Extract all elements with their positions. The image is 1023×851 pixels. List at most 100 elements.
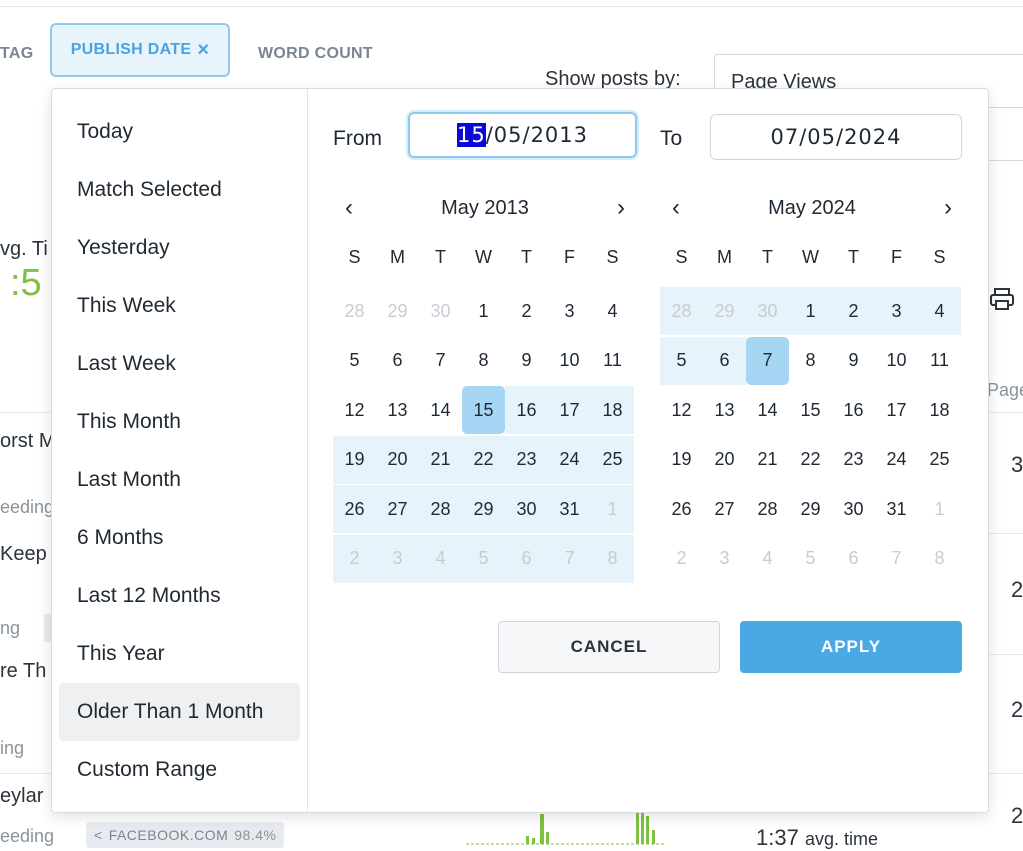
calendar-day[interactable]: 8 bbox=[591, 534, 634, 583]
calendar-day[interactable]: 29 bbox=[376, 287, 419, 335]
range-option-6-months[interactable]: 6 Months bbox=[59, 509, 300, 567]
calendar-day[interactable]: 1 bbox=[918, 485, 961, 533]
calendar-day[interactable]: 7 bbox=[746, 336, 789, 385]
to-date-input[interactable]: 07/05/2024 bbox=[710, 114, 962, 160]
calendar-day[interactable]: 13 bbox=[703, 386, 746, 434]
calendar-day[interactable]: 7 bbox=[419, 337, 462, 385]
calendar-day[interactable]: 8 bbox=[462, 337, 505, 385]
post-title[interactable]: Keep bbox=[0, 543, 47, 566]
calendar-day[interactable]: 30 bbox=[419, 287, 462, 335]
calendar-day[interactable]: 4 bbox=[419, 534, 462, 583]
calendar-day[interactable]: 2 bbox=[832, 287, 875, 335]
range-option-custom-range[interactable]: Custom Range bbox=[59, 741, 300, 799]
range-option-last-month[interactable]: Last Month bbox=[59, 451, 300, 509]
calendar-day[interactable]: 30 bbox=[832, 485, 875, 533]
calendar-day[interactable]: 23 bbox=[832, 436, 875, 484]
calendar-day[interactable]: 20 bbox=[703, 436, 746, 484]
calendar-day[interactable]: 23 bbox=[505, 435, 548, 484]
calendar-day[interactable]: 29 bbox=[703, 287, 746, 335]
calendar-day[interactable]: 21 bbox=[746, 436, 789, 484]
calendar-day[interactable]: 3 bbox=[875, 287, 918, 335]
calendar-day[interactable]: 13 bbox=[376, 386, 419, 434]
calendar-day[interactable]: 3 bbox=[376, 534, 419, 583]
calendar-day[interactable]: 15 bbox=[789, 386, 832, 434]
filter-tab-tag[interactable]: TAG bbox=[0, 45, 34, 63]
calendar-day[interactable]: 7 bbox=[548, 534, 591, 583]
calendar-day[interactable]: 6 bbox=[703, 336, 746, 385]
calendar-day[interactable]: 5 bbox=[789, 535, 832, 583]
calendar-day[interactable]: 19 bbox=[660, 436, 703, 484]
filter-tab-word-count[interactable]: WORD COUNT bbox=[258, 45, 373, 63]
print-icon[interactable] bbox=[989, 286, 1015, 317]
calendar-day[interactable]: 29 bbox=[789, 485, 832, 533]
range-option-this-year[interactable]: This Year bbox=[59, 625, 300, 683]
calendar-day[interactable]: 6 bbox=[505, 534, 548, 583]
calendar-day[interactable]: 27 bbox=[703, 485, 746, 533]
calendar-day[interactable]: 26 bbox=[660, 485, 703, 533]
calendar-day[interactable]: 26 bbox=[333, 485, 376, 533]
calendar-day[interactable]: 3 bbox=[703, 535, 746, 583]
calendar-day[interactable]: 16 bbox=[832, 386, 875, 434]
calendar-day[interactable]: 28 bbox=[333, 287, 376, 335]
calendar-day[interactable]: 16 bbox=[505, 386, 548, 434]
calendar-day[interactable]: 30 bbox=[505, 485, 548, 533]
range-option-this-week[interactable]: This Week bbox=[59, 277, 300, 335]
from-date-input[interactable]: 15/05/2013 bbox=[408, 112, 637, 158]
calendar-day[interactable]: 6 bbox=[832, 535, 875, 583]
calendar-day[interactable]: 2 bbox=[660, 535, 703, 583]
calendar-day[interactable]: 17 bbox=[875, 386, 918, 434]
calendar-day[interactable]: 25 bbox=[918, 436, 961, 484]
calendar-day[interactable]: 12 bbox=[660, 386, 703, 434]
range-option-yesterday[interactable]: Yesterday bbox=[59, 219, 300, 277]
prev-month-chevron-icon[interactable]: ‹ bbox=[345, 193, 353, 223]
calendar-day[interactable]: 28 bbox=[660, 287, 703, 335]
calendar-day[interactable]: 18 bbox=[918, 386, 961, 434]
calendar-day[interactable]: 4 bbox=[918, 287, 961, 335]
calendar-day[interactable]: 11 bbox=[591, 337, 634, 385]
calendar-day[interactable]: 24 bbox=[548, 435, 591, 484]
calendar-day[interactable]: 28 bbox=[419, 485, 462, 533]
next-month-chevron-icon[interactable]: › bbox=[617, 193, 625, 223]
calendar-day[interactable]: 30 bbox=[746, 287, 789, 335]
prev-month-chevron-icon[interactable]: ‹ bbox=[672, 193, 680, 223]
calendar-day[interactable]: 10 bbox=[548, 337, 591, 385]
range-option-today[interactable]: Today bbox=[59, 103, 300, 161]
calendar-day[interactable]: 27 bbox=[376, 485, 419, 533]
filter-tab-publish-date[interactable]: PUBLISH DATE × bbox=[50, 23, 230, 77]
calendar-day[interactable]: 12 bbox=[333, 386, 376, 434]
calendar-day[interactable]: 4 bbox=[746, 535, 789, 583]
calendar-day[interactable]: 18 bbox=[591, 386, 634, 434]
calendar-day[interactable]: 29 bbox=[462, 485, 505, 533]
calendar-day[interactable]: 10 bbox=[875, 337, 918, 385]
calendar-day[interactable]: 24 bbox=[875, 436, 918, 484]
range-option-match-selected[interactable]: Match Selected bbox=[59, 161, 300, 219]
calendar-day[interactable]: 7 bbox=[875, 535, 918, 583]
calendar-day[interactable]: 5 bbox=[333, 337, 376, 385]
calendar-day[interactable]: 22 bbox=[462, 435, 505, 484]
calendar-day[interactable]: 8 bbox=[918, 535, 961, 583]
calendar-day[interactable]: 4 bbox=[591, 287, 634, 335]
post-title[interactable]: re Th bbox=[0, 660, 46, 683]
next-month-chevron-icon[interactable]: › bbox=[944, 193, 952, 223]
calendar-day[interactable]: 22 bbox=[789, 436, 832, 484]
apply-button[interactable]: APPLY bbox=[740, 621, 962, 673]
calendar-day[interactable]: 17 bbox=[548, 386, 591, 434]
calendar-day[interactable]: 19 bbox=[333, 435, 376, 484]
calendar-day[interactable]: 28 bbox=[746, 485, 789, 533]
calendar-day[interactable]: 20 bbox=[376, 435, 419, 484]
calendar-day[interactable]: 6 bbox=[376, 337, 419, 385]
calendar-day[interactable]: 1 bbox=[789, 287, 832, 335]
calendar-day[interactable]: 2 bbox=[505, 287, 548, 335]
calendar-day[interactable]: 1 bbox=[591, 485, 634, 533]
calendar-day[interactable]: 3 bbox=[548, 287, 591, 335]
calendar-day[interactable]: 9 bbox=[832, 337, 875, 385]
calendar-day[interactable]: 5 bbox=[660, 336, 703, 385]
calendar-day[interactable]: 2 bbox=[333, 534, 376, 583]
referrer-badge[interactable]: < FACEBOOK.COM 98.4% bbox=[86, 822, 285, 848]
calendar-day[interactable]: 9 bbox=[505, 337, 548, 385]
calendar-day[interactable]: 14 bbox=[419, 386, 462, 434]
calendar-day[interactable]: 31 bbox=[875, 485, 918, 533]
post-title[interactable]: orst M bbox=[0, 430, 56, 453]
calendar-day[interactable]: 14 bbox=[746, 386, 789, 434]
calendar-day[interactable]: 21 bbox=[419, 435, 462, 484]
